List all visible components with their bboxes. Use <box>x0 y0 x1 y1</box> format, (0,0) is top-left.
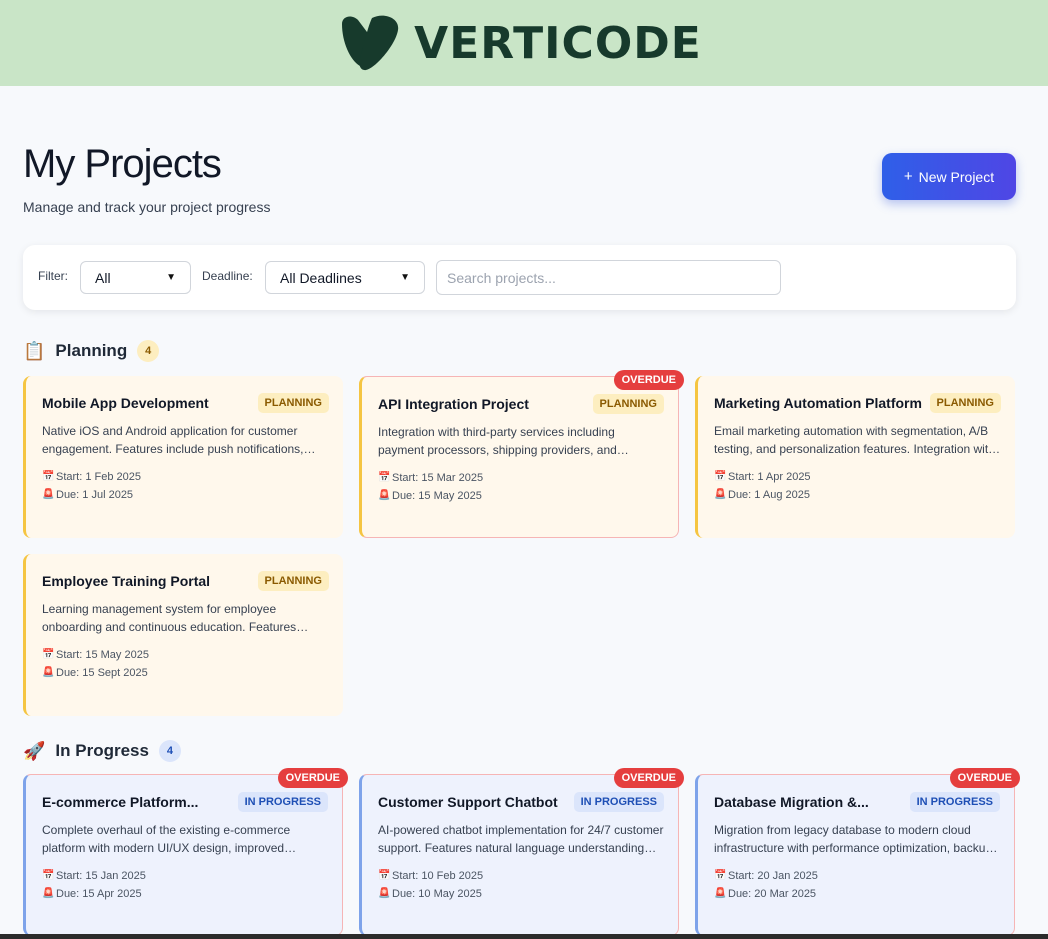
overdue-badge: OVERDUE <box>613 370 684 390</box>
search-input[interactable] <box>436 260 781 295</box>
project-title: API Integration Project <box>378 396 529 412</box>
project-title: E-commerce Platform... <box>42 794 199 810</box>
window-bottom-edge <box>0 934 1048 939</box>
project-description: Migration from legacy database to modern… <box>714 823 993 855</box>
project-card[interactable]: OVERDUE Customer Support Chatbot IN PROG… <box>359 768 684 936</box>
status-badge: PLANNING <box>257 393 329 413</box>
chevron-down-icon: ▼ <box>400 272 410 283</box>
section-header-in-progress: 🚀 In Progress 4 <box>23 740 181 762</box>
start-date: Start: 15 May 2025 <box>56 649 149 661</box>
due-date: Due: 1 Aug 2025 <box>728 489 810 501</box>
status-badge: IN PROGRESS <box>237 792 328 812</box>
start-date: Start: 15 Jan 2025 <box>56 870 146 882</box>
new-project-label: New Project <box>918 168 995 185</box>
status-filter-select[interactable]: All ▼ <box>80 261 191 294</box>
status-badge: IN PROGRESS <box>909 792 1000 812</box>
start-date: Start: 1 Feb 2025 <box>56 471 141 483</box>
verticode-logo-icon <box>342 15 399 71</box>
overdue-badge: OVERDUE <box>277 768 348 788</box>
project-title: Marketing Automation Platform <box>714 395 922 411</box>
deadline-filter-value: All Deadlines <box>280 269 362 286</box>
section-title: Planning <box>55 341 128 360</box>
alarm-icon: 🚨 <box>378 490 391 501</box>
project-card[interactable]: Mobile App Development PLANNING Native i… <box>23 376 343 538</box>
project-title: Database Migration &... <box>714 794 869 810</box>
plus-icon: + <box>903 168 913 185</box>
status-badge: PLANNING <box>257 571 329 591</box>
due-date: Due: 15 May 2025 <box>392 490 482 502</box>
clipboard-icon: 📋 <box>23 340 46 361</box>
alarm-icon: 🚨 <box>378 888 391 899</box>
start-date: Start: 1 Apr 2025 <box>728 471 811 483</box>
section-header-planning: 📋 Planning 4 <box>23 340 160 362</box>
project-card[interactable]: Employee Training Portal PLANNING Learni… <box>23 554 343 716</box>
deadline-filter-select[interactable]: All Deadlines ▼ <box>265 261 425 294</box>
due-date: Due: 10 May 2025 <box>392 888 482 900</box>
project-title: Customer Support Chatbot <box>378 794 558 810</box>
brand-banner: VERTICODE <box>0 0 1048 86</box>
filter-bar: Filter: All ▼ Deadline: All Deadlines ▼ <box>23 245 1016 310</box>
alarm-icon: 🚨 <box>714 489 727 500</box>
filter-label: Filter: <box>38 269 68 283</box>
project-description: Email marketing automation with segmenta… <box>714 424 995 456</box>
brand-name: VERTICODE <box>414 17 702 69</box>
due-date: Due: 15 Sept 2025 <box>56 667 148 679</box>
status-filter-value: All <box>95 269 111 286</box>
alarm-icon: 🚨 <box>42 667 55 678</box>
calendar-icon: 📅 <box>42 471 55 482</box>
calendar-icon: 📅 <box>378 870 391 881</box>
due-date: Due: 1 Jul 2025 <box>56 489 134 501</box>
overdue-badge: OVERDUE <box>949 768 1020 788</box>
new-project-button[interactable]: + New Project <box>882 153 1016 200</box>
page-subtitle: Manage and track your project progress <box>23 199 271 215</box>
start-date: Start: 10 Feb 2025 <box>392 870 484 882</box>
rocket-icon: 🚀 <box>23 740 46 761</box>
due-date: Due: 20 Mar 2025 <box>728 888 817 900</box>
calendar-icon: 📅 <box>714 471 727 482</box>
start-date: Start: 15 Mar 2025 <box>392 472 484 484</box>
project-description: Learning management system for employee … <box>42 602 297 634</box>
deadline-label: Deadline: <box>202 269 253 283</box>
chevron-down-icon: ▼ <box>166 272 176 283</box>
project-card[interactable]: Marketing Automation Platform PLANNING E… <box>695 376 1015 538</box>
overdue-badge: OVERDUE <box>613 768 684 788</box>
project-card[interactable]: OVERDUE E-commerce Platform... IN PROGRE… <box>23 768 348 936</box>
project-card[interactable]: OVERDUE Database Migration &... IN PROGR… <box>695 768 1020 936</box>
page-title: My Projects <box>23 142 222 186</box>
alarm-icon: 🚨 <box>42 489 55 500</box>
section-title: In Progress <box>55 741 149 760</box>
project-description: AI-powered chatbot implementation for 24… <box>378 823 664 855</box>
alarm-icon: 🚨 <box>42 888 55 899</box>
project-card[interactable]: OVERDUE API Integration Project PLANNING… <box>359 370 684 538</box>
calendar-icon: 📅 <box>42 649 55 660</box>
alarm-icon: 🚨 <box>714 888 727 899</box>
calendar-icon: 📅 <box>714 870 727 881</box>
project-title: Mobile App Development <box>42 395 209 411</box>
due-date: Due: 15 Apr 2025 <box>56 888 142 900</box>
project-description: Integration with third-party services in… <box>378 425 617 457</box>
project-title: Employee Training Portal <box>42 573 211 589</box>
section-count-badge: 4 <box>137 340 160 362</box>
project-description: Native iOS and Android application for c… <box>42 424 304 456</box>
calendar-icon: 📅 <box>42 870 55 881</box>
section-count-badge: 4 <box>158 740 181 762</box>
start-date: Start: 20 Jan 2025 <box>728 870 818 882</box>
brand-logo[interactable]: VERTICODE <box>338 14 702 72</box>
project-description: Complete overhaul of the existing e-comm… <box>42 823 291 855</box>
status-badge: PLANNING <box>592 394 664 414</box>
status-badge: IN PROGRESS <box>573 792 664 812</box>
status-badge: PLANNING <box>929 393 1001 413</box>
calendar-icon: 📅 <box>378 472 391 483</box>
